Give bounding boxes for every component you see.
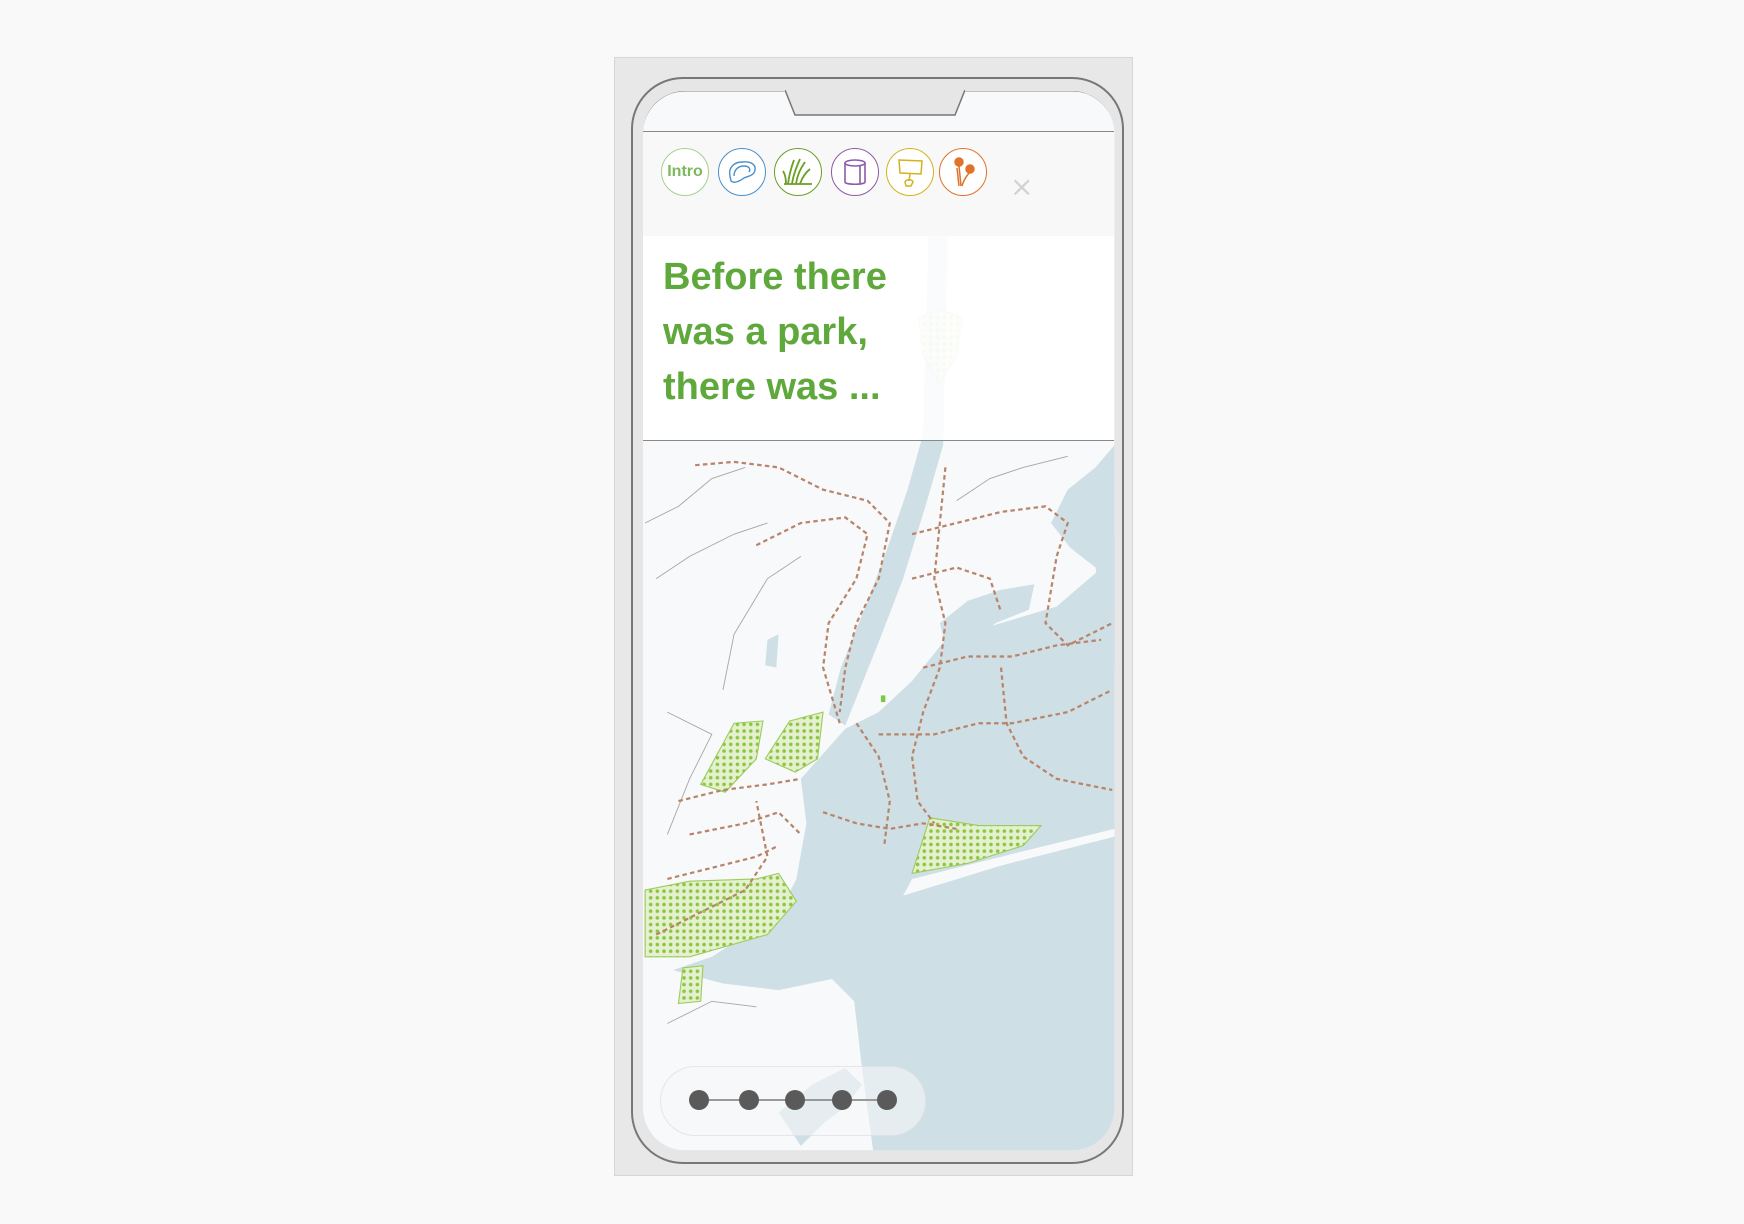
nav-flower-button[interactable] [939, 148, 987, 196]
pager-dot-2[interactable] [739, 1090, 759, 1110]
headline: Before there was a park, there was ... [663, 256, 887, 408]
phone-notch [785, 90, 965, 116]
nav-protest-sign-button[interactable] [886, 148, 934, 196]
pager-dot-3[interactable] [785, 1090, 805, 1110]
close-button[interactable]: × [1010, 173, 1033, 201]
nav-oyster-button[interactable] [718, 148, 766, 196]
top-nav [643, 131, 1114, 236]
marsh-grass-icon [782, 158, 812, 185]
nav-marsh-button[interactable] [774, 148, 822, 196]
park-marker [880, 695, 886, 703]
pager-dot-4[interactable] [832, 1090, 852, 1110]
protest-sign-icon [898, 159, 923, 187]
nav-intro-label: Intro [667, 163, 703, 180]
flower-icon [954, 157, 975, 187]
nav-barrel-button[interactable] [831, 148, 879, 196]
pager-dot-1[interactable] [689, 1090, 709, 1110]
pager-dot-5[interactable] [877, 1090, 897, 1110]
barrel-icon [844, 159, 866, 186]
nav-intro-button[interactable]: Intro [661, 148, 709, 196]
oyster-icon [728, 161, 756, 183]
